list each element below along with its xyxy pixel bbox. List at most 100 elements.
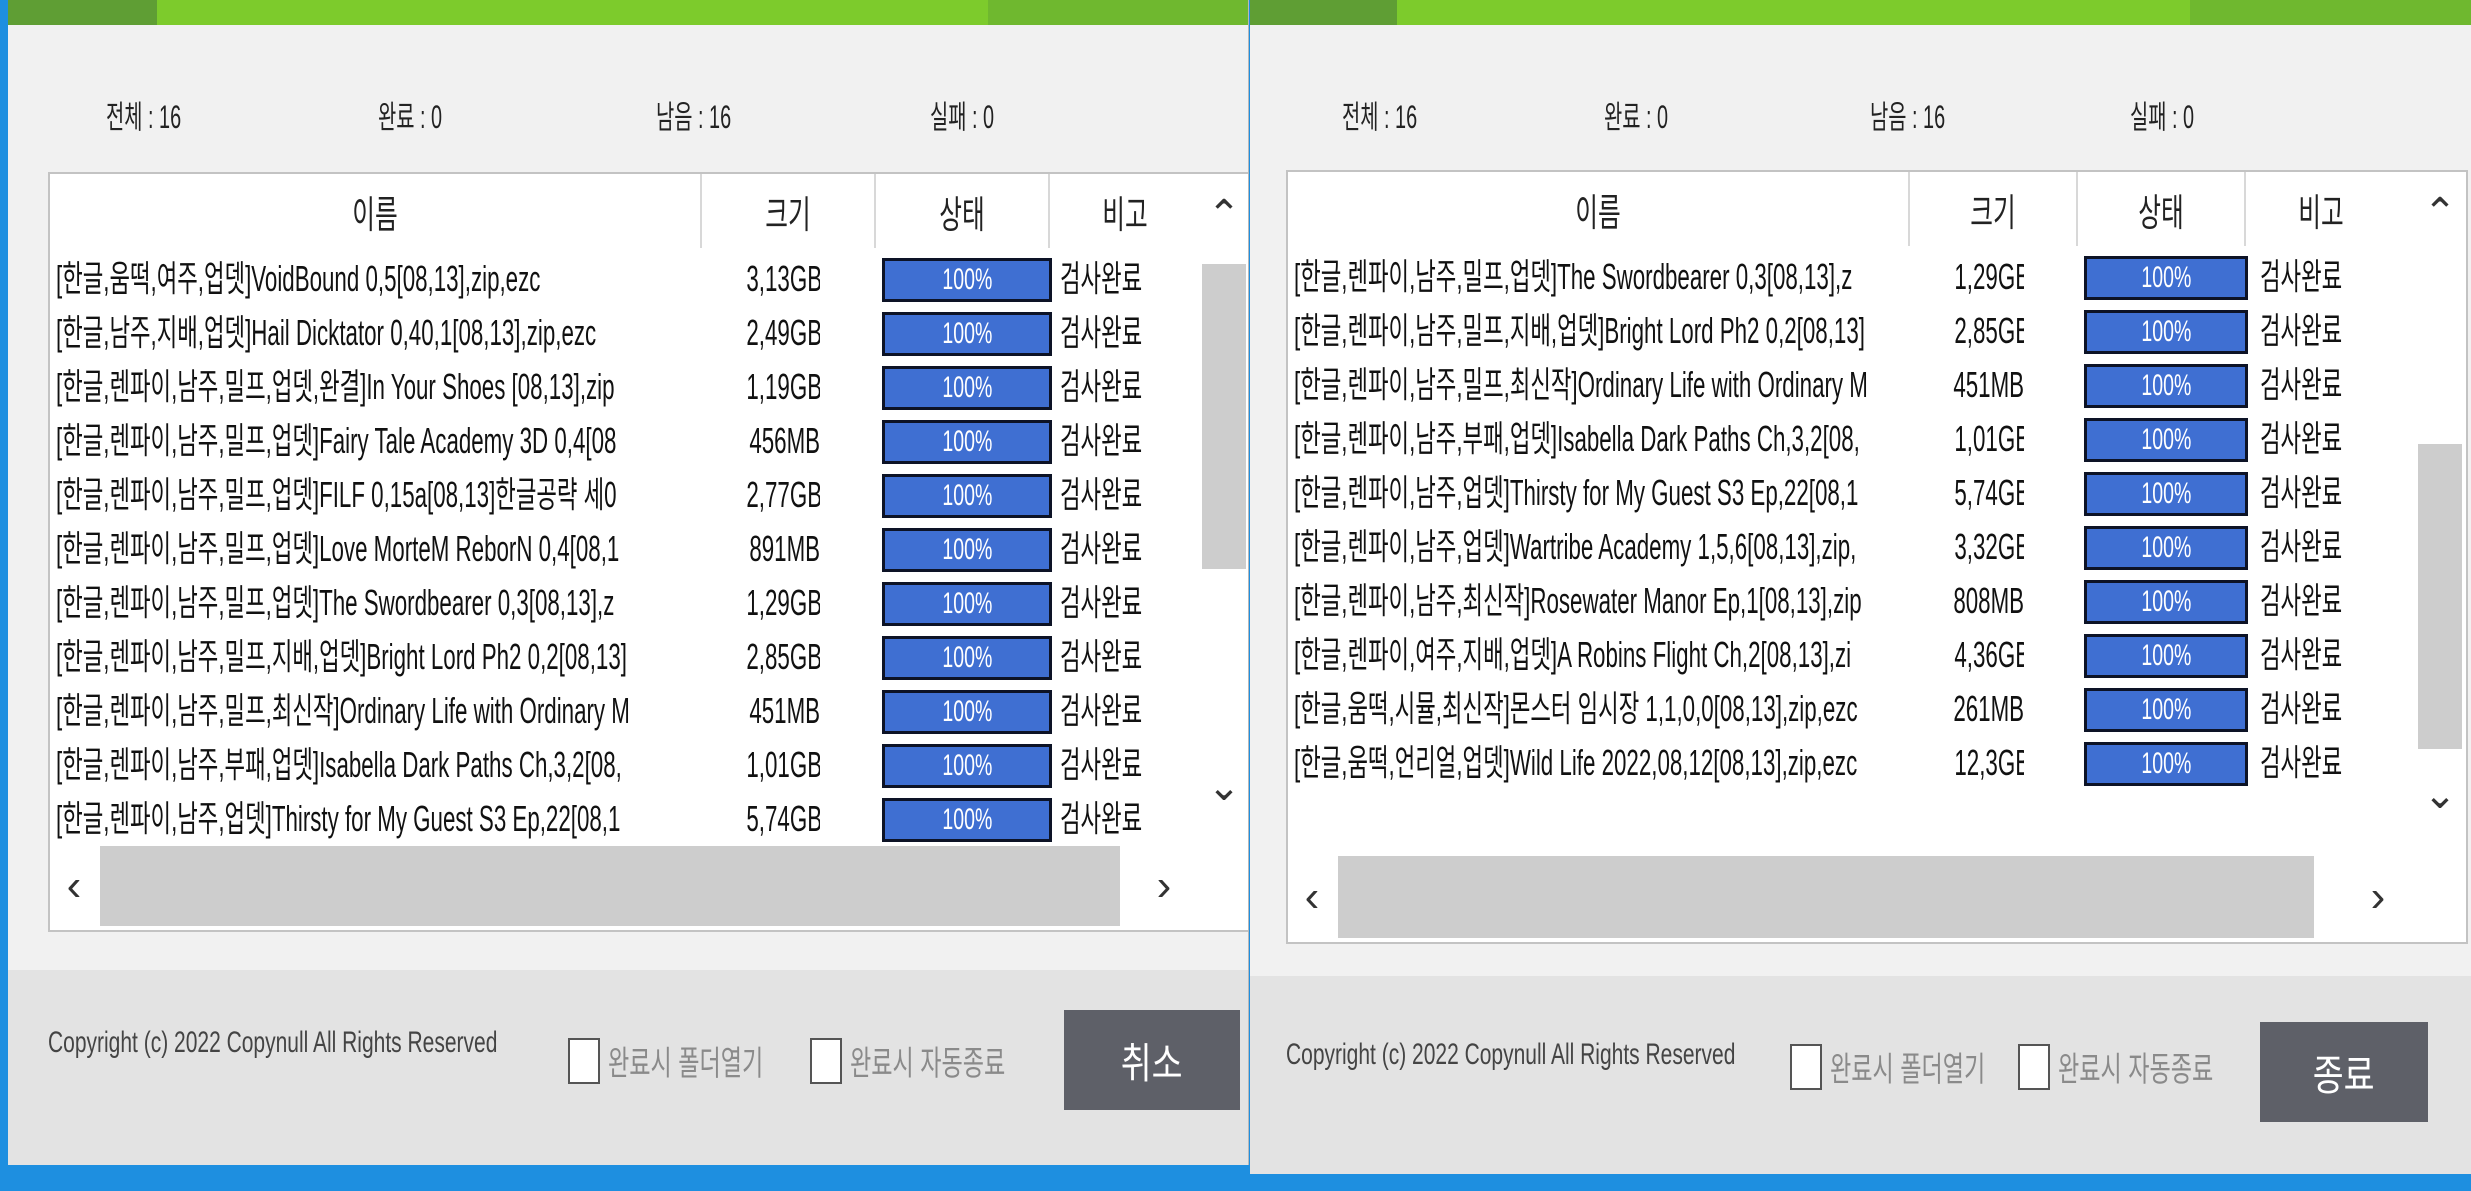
scroll-up-icon[interactable]: ⌃ <box>2416 190 2464 236</box>
file-list[interactable]: 이름 크기 상태 비고 [한글,렌파이,남주,밀프,업뎃]The Swordbe… <box>1286 170 2468 944</box>
file-note: 검사완료 <box>2260 472 2343 513</box>
file-name: [한글,렌파이,남주,부패,업뎃]Isabella Dark Paths Ch,… <box>56 744 622 785</box>
table-row[interactable]: [한글,움떡,시뮬,최신작]몬스터 임시장 1,1,0,0[08,13],zip… <box>1288 682 2416 736</box>
stat-fail: 실패 : 0 <box>2130 99 2195 135</box>
table-row[interactable]: [한글,렌파이,남주,밀프,업뎃]FILF 0,15a[08,13]한글공략 세… <box>50 468 1200 522</box>
vertical-scrollbar[interactable]: ⌃ ⌄ <box>1200 174 1248 840</box>
vertical-scrollbar[interactable]: ⌃ ⌄ <box>2416 172 2464 852</box>
file-size: 261MB <box>1953 688 2024 729</box>
scroll-thumb[interactable] <box>1202 264 1246 569</box>
column-header-note[interactable]: 비고 <box>1050 174 1200 248</box>
column-header-name[interactable]: 이름 <box>1288 172 1908 246</box>
file-name: [한글,렌파이,남주,밀프,지배,업뎃]Bright Lord Ph2 0,2[… <box>56 636 627 677</box>
file-name: [한글,렌파이,여주,지배,업뎃]A Robins Flight Ch,2[08… <box>1294 634 1852 675</box>
open-folder-option[interactable]: 완료시 폴더열기 <box>568 1036 836 1085</box>
file-size: 451MB <box>1953 364 2024 405</box>
auto-exit-checkbox[interactable] <box>810 1037 842 1084</box>
file-size: 2,77GB <box>746 474 820 515</box>
scroll-right-icon[interactable]: › <box>2358 852 2398 942</box>
exit-button[interactable]: 종료 <box>2260 1022 2428 1122</box>
auto-exit-option[interactable]: 완료시 자동종료 <box>2018 1042 2286 1091</box>
file-size: 808MB <box>1953 580 2024 621</box>
file-size: 456MB <box>749 420 820 461</box>
stat-fail: 실패 : 0 <box>930 99 995 135</box>
file-note: 검사완료 <box>1060 474 1143 515</box>
checker-window-left: 전체 : 16 완료 : 0 남음 : 16 실패 : 0 이름 크기 상태 비… <box>8 0 1249 1165</box>
table-row[interactable]: [한글,움떡,여주,업뎃]VoidBound 0,5[08,13],zip,ez… <box>50 252 1200 306</box>
auto-exit-option[interactable]: 완료시 자동종료 <box>810 1036 1078 1085</box>
stat-remain: 남음 : 16 <box>656 99 732 135</box>
status-progress: 100% <box>882 636 1052 680</box>
file-size: 1,01GB <box>746 744 820 785</box>
table-row[interactable]: [한글,렌파이,남주,밀프,지배,업뎃]Bright Lord Ph2 0,2[… <box>50 630 1200 684</box>
table-row[interactable]: [한글,움떡,언리얼,업뎃]Wild Life 2022,08,12[08,13… <box>1288 736 2416 790</box>
file-name: [한글,렌파이,남주,밀프,지배,업뎃]Bright Lord Ph2 0,2[… <box>1294 310 1865 351</box>
table-row[interactable]: [한글,렌파이,남주,밀프,업뎃]Fairy Tale Academy 3D 0… <box>50 414 1200 468</box>
scroll-thumb[interactable] <box>100 846 1120 926</box>
file-name: [한글,움떡,여주,업뎃]VoidBound 0,5[08,13],zip,ez… <box>56 258 541 299</box>
table-row[interactable]: [한글,렌파이,여주,지배,업뎃]A Robins Flight Ch,2[08… <box>1288 628 2416 682</box>
file-size: 1,01GB <box>1954 418 2024 459</box>
scroll-up-icon[interactable]: ⌃ <box>1200 192 1248 238</box>
cancel-button[interactable]: 취소 <box>1064 1010 1240 1110</box>
column-header-size[interactable]: 크기 <box>702 174 874 248</box>
horizontal-scrollbar[interactable]: ‹ › <box>50 842 1248 930</box>
status-progress: 100% <box>2084 418 2248 462</box>
file-note: 검사완료 <box>1060 636 1143 677</box>
file-name: [한글,렌파이,남주,밀프,업뎃]FILF 0,15a[08,13]한글공략 세… <box>56 474 617 515</box>
table-row[interactable]: [한글,남주,지배,업뎃]Hail Dicktator 0,40,1[08,13… <box>50 306 1200 360</box>
status-progress: 100% <box>882 312 1052 356</box>
table-row[interactable]: [한글,렌파이,남주,업뎃]Thirsty for My Guest S3 Ep… <box>50 792 1200 846</box>
table-row[interactable]: [한글,렌파이,남주,밀프,업뎃,완결]In Your Shoes [08,13… <box>50 360 1200 414</box>
open-folder-checkbox[interactable] <box>1790 1043 1822 1090</box>
status-progress: 100% <box>882 744 1052 788</box>
open-folder-checkbox[interactable] <box>568 1037 600 1084</box>
table-row[interactable]: [한글,렌파이,남주,업뎃]Wartribe Academy 1,5,6[08,… <box>1288 520 2416 574</box>
table-row[interactable]: [한글,렌파이,남주,밀프,최신작]Ordinary Life with Ord… <box>1288 358 2416 412</box>
scroll-thumb[interactable] <box>2418 444 2462 749</box>
file-size: 3,13GB <box>746 258 820 299</box>
horizontal-scrollbar[interactable]: ‹ › <box>1288 852 2464 942</box>
file-note: 검사완료 <box>1060 582 1143 623</box>
status-progress: 100% <box>2084 634 2248 678</box>
file-name: [한글,렌파이,남주,밀프,업뎃,완결]In Your Shoes [08,13… <box>56 366 615 407</box>
file-note: 검사완료 <box>2260 580 2343 621</box>
auto-exit-label: 완료시 자동종료 <box>2058 1051 2214 1089</box>
scroll-thumb[interactable] <box>1338 856 2314 938</box>
column-header-size[interactable]: 크기 <box>1910 172 2076 246</box>
file-name: [한글,남주,지배,업뎃]Hail Dicktator 0,40,1[08,13… <box>56 312 597 353</box>
table-row[interactable]: [한글,렌파이,남주,밀프,업뎃]Love MorteM ReborN 0,4[… <box>50 522 1200 576</box>
table-row[interactable]: [한글,렌파이,남주,부패,업뎃]Isabella Dark Paths Ch,… <box>1288 412 2416 466</box>
column-header-status[interactable]: 상태 <box>2078 172 2244 246</box>
scroll-left-icon[interactable]: ‹ <box>1292 852 1332 942</box>
copyright-text: Copyright (c) 2022 Copynull All Rights R… <box>1286 1038 1736 1071</box>
file-name: [한글,움떡,시뮬,최신작]몬스터 임시장 1,1,0,0[08,13],zip… <box>1294 688 1858 729</box>
progress-segment <box>988 0 1248 25</box>
auto-exit-checkbox[interactable] <box>2018 1043 2050 1090</box>
file-note: 검사완료 <box>2260 418 2343 459</box>
file-note: 검사완료 <box>1060 420 1143 461</box>
column-header-note[interactable]: 비고 <box>2246 172 2396 246</box>
column-header-status[interactable]: 상태 <box>876 174 1048 248</box>
table-row[interactable]: [한글,렌파이,남주,부패,업뎃]Isabella Dark Paths Ch,… <box>50 738 1200 792</box>
table-row[interactable]: [한글,렌파이,남주,밀프,업뎃]The Swordbearer 0,3[08,… <box>50 576 1200 630</box>
file-name: [한글,렌파이,남주,부패,업뎃]Isabella Dark Paths Ch,… <box>1294 418 1860 459</box>
status-progress: 100% <box>882 582 1052 626</box>
scroll-down-icon[interactable]: ⌄ <box>2416 772 2464 818</box>
table-row[interactable]: [한글,렌파이,남주,최신작]Rosewater Manor Ep,1[08,1… <box>1288 574 2416 628</box>
stat-done: 완료 : 0 <box>378 99 443 135</box>
table-row[interactable]: [한글,렌파이,남주,밀프,최신작]Ordinary Life with Ord… <box>50 684 1200 738</box>
file-size: 451MB <box>749 690 820 731</box>
table-row[interactable]: [한글,렌파이,남주,밀프,지배,업뎃]Bright Lord Ph2 0,2[… <box>1288 304 2416 358</box>
table-row[interactable]: [한글,렌파이,남주,밀프,업뎃]The Swordbearer 0,3[08,… <box>1288 250 2416 304</box>
file-name: [한글,렌파이,남주,밀프,업뎃]Love MorteM ReborN 0,4[… <box>56 528 620 569</box>
column-header-name[interactable]: 이름 <box>50 174 700 248</box>
status-progress: 100% <box>2084 526 2248 570</box>
table-row[interactable]: [한글,렌파이,남주,업뎃]Thirsty for My Guest S3 Ep… <box>1288 466 2416 520</box>
status-progress: 100% <box>882 258 1052 302</box>
file-note: 검사완료 <box>1060 312 1143 353</box>
scroll-right-icon[interactable]: › <box>1144 842 1184 930</box>
scroll-down-icon[interactable]: ⌄ <box>1200 764 1248 810</box>
file-list[interactable]: 이름 크기 상태 비고 [한글,움떡,여주,업뎃]VoidBound 0,5[0… <box>48 172 1248 932</box>
scroll-left-icon[interactable]: ‹ <box>54 842 94 930</box>
